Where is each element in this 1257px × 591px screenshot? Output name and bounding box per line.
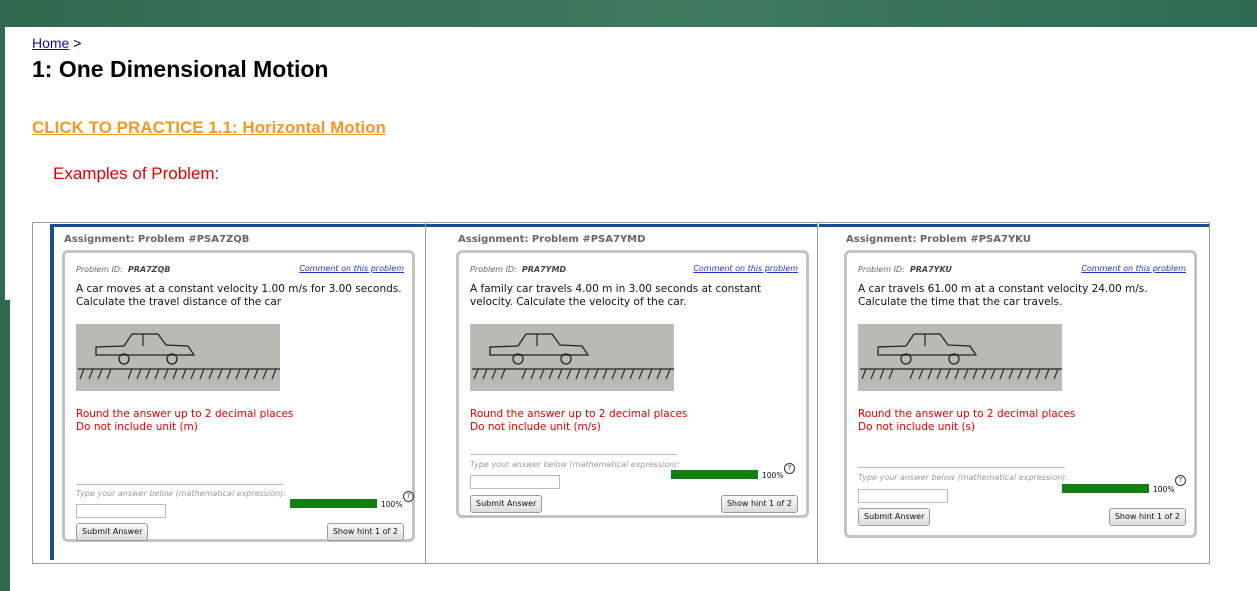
question-text: A family car travels 4.00 m in 3.00 seco…	[470, 283, 762, 308]
problem-id: Problem ID: PRA7YMD	[470, 265, 566, 274]
progress-label: 100%	[762, 471, 784, 480]
comment-link[interactable]: Comment on this problem	[693, 264, 798, 273]
answer-separator	[470, 454, 677, 455]
help-icon[interactable]: ?	[1175, 475, 1186, 486]
problem-id-label: Problem ID:	[76, 265, 123, 274]
answer-separator	[858, 467, 1065, 468]
car-sketch-image	[858, 324, 1062, 391]
progress-bar	[1062, 484, 1149, 493]
problem-id-label: Problem ID:	[470, 265, 517, 274]
problem-id-label: Problem ID:	[858, 265, 905, 274]
help-icon[interactable]: ?	[403, 491, 414, 502]
answer-separator	[76, 484, 283, 485]
answer-input[interactable]	[76, 504, 166, 518]
show-hint-button[interactable]: Show hint 1 of 2	[1108, 508, 1186, 526]
problem-id-value: PRA7ZQB	[127, 265, 171, 274]
problem-card: Problem ID: PRA7ZQB Comment on this prob…	[62, 250, 415, 542]
progress-bar	[671, 470, 758, 479]
show-hint-button[interactable]: Show hint 1 of 2	[326, 523, 404, 541]
problem-id-value: PRA7YKU	[909, 265, 952, 274]
problem-id-value: PRA7YMD	[521, 265, 567, 274]
assignment-label: Assignment: Problem #PSA7ZQB	[64, 234, 250, 245]
problem-panel-1: Assignment: Problem #PSA7ZQB Problem ID:…	[33, 223, 426, 563]
assignment-label: Assignment: Problem #PSA7YMD	[458, 234, 646, 245]
breadcrumb: Home >	[32, 35, 81, 51]
left-border-lower	[0, 300, 10, 591]
breadcrumb-separator: >	[73, 35, 82, 51]
help-icon[interactable]: ?	[784, 463, 795, 474]
panel-top-accent	[819, 224, 1209, 227]
examples-label: Examples of Problem:	[53, 164, 220, 183]
progress-bar	[290, 499, 377, 508]
problem-card: Problem ID: PRA7YKU Comment on this prob…	[844, 250, 1197, 538]
problem-panel-3: Assignment: Problem #PSA7YKU Problem ID:…	[819, 223, 1209, 563]
comment-link[interactable]: Comment on this problem	[1081, 264, 1186, 273]
breadcrumb-home-link[interactable]: Home	[32, 35, 69, 51]
car-sketch-image	[470, 324, 674, 391]
progress-label: 100%	[381, 500, 403, 509]
unit-instruction: Do not include unit (s)	[858, 421, 976, 433]
problem-panel-2: Assignment: Problem #PSA7YMD Problem ID:…	[426, 223, 818, 563]
round-instruction: Round the answer up to 2 decimal places	[858, 408, 1076, 420]
submit-answer-button[interactable]: Submit Answer	[470, 495, 543, 513]
unit-instruction: Do not include unit (m)	[76, 421, 198, 433]
round-instruction: Round the answer up to 2 decimal places	[76, 408, 294, 420]
answer-input[interactable]	[470, 475, 560, 489]
show-hint-button[interactable]: Show hint 1 of 2	[720, 495, 798, 513]
progress-label: 100%	[1153, 485, 1175, 494]
practice-link[interactable]: CLICK TO PRACTICE 1.1: Horizontal Motion	[32, 118, 386, 138]
problem-id: Problem ID: PRA7YKU	[858, 265, 952, 274]
assignment-label: Assignment: Problem #PSA7YKU	[846, 234, 1031, 245]
question-text: A car travels 61.00 m at a constant velo…	[858, 283, 1148, 308]
unit-instruction: Do not include unit (m/s)	[470, 421, 601, 433]
question-text: A car moves at a constant velocity 1.00 …	[76, 283, 402, 308]
submit-answer-button[interactable]: Submit Answer	[76, 523, 149, 541]
round-instruction: Round the answer up to 2 decimal places	[470, 408, 688, 420]
top-banner	[0, 0, 1257, 27]
answer-prompt: Type your answer below (mathematical exp…	[76, 489, 286, 498]
problem-id: Problem ID: PRA7ZQB	[76, 265, 170, 274]
car-sketch-image	[76, 324, 280, 391]
examples-panel: Assignment: Problem #PSA7ZQB Problem ID:…	[32, 222, 1210, 564]
panel-top-accent	[426, 224, 817, 227]
comment-link[interactable]: Comment on this problem	[299, 264, 404, 273]
answer-prompt: Type your answer below (mathematical exp…	[858, 473, 1068, 482]
answer-prompt: Type your answer below (mathematical exp…	[470, 460, 680, 469]
panel-left-accent	[50, 226, 54, 560]
problem-card: Problem ID: PRA7YMD Comment on this prob…	[456, 250, 809, 518]
submit-answer-button[interactable]: Submit Answer	[858, 508, 931, 526]
answer-input[interactable]	[858, 489, 948, 503]
panel-top-accent	[50, 224, 425, 227]
page-title: 1: One Dimensional Motion	[32, 56, 329, 82]
